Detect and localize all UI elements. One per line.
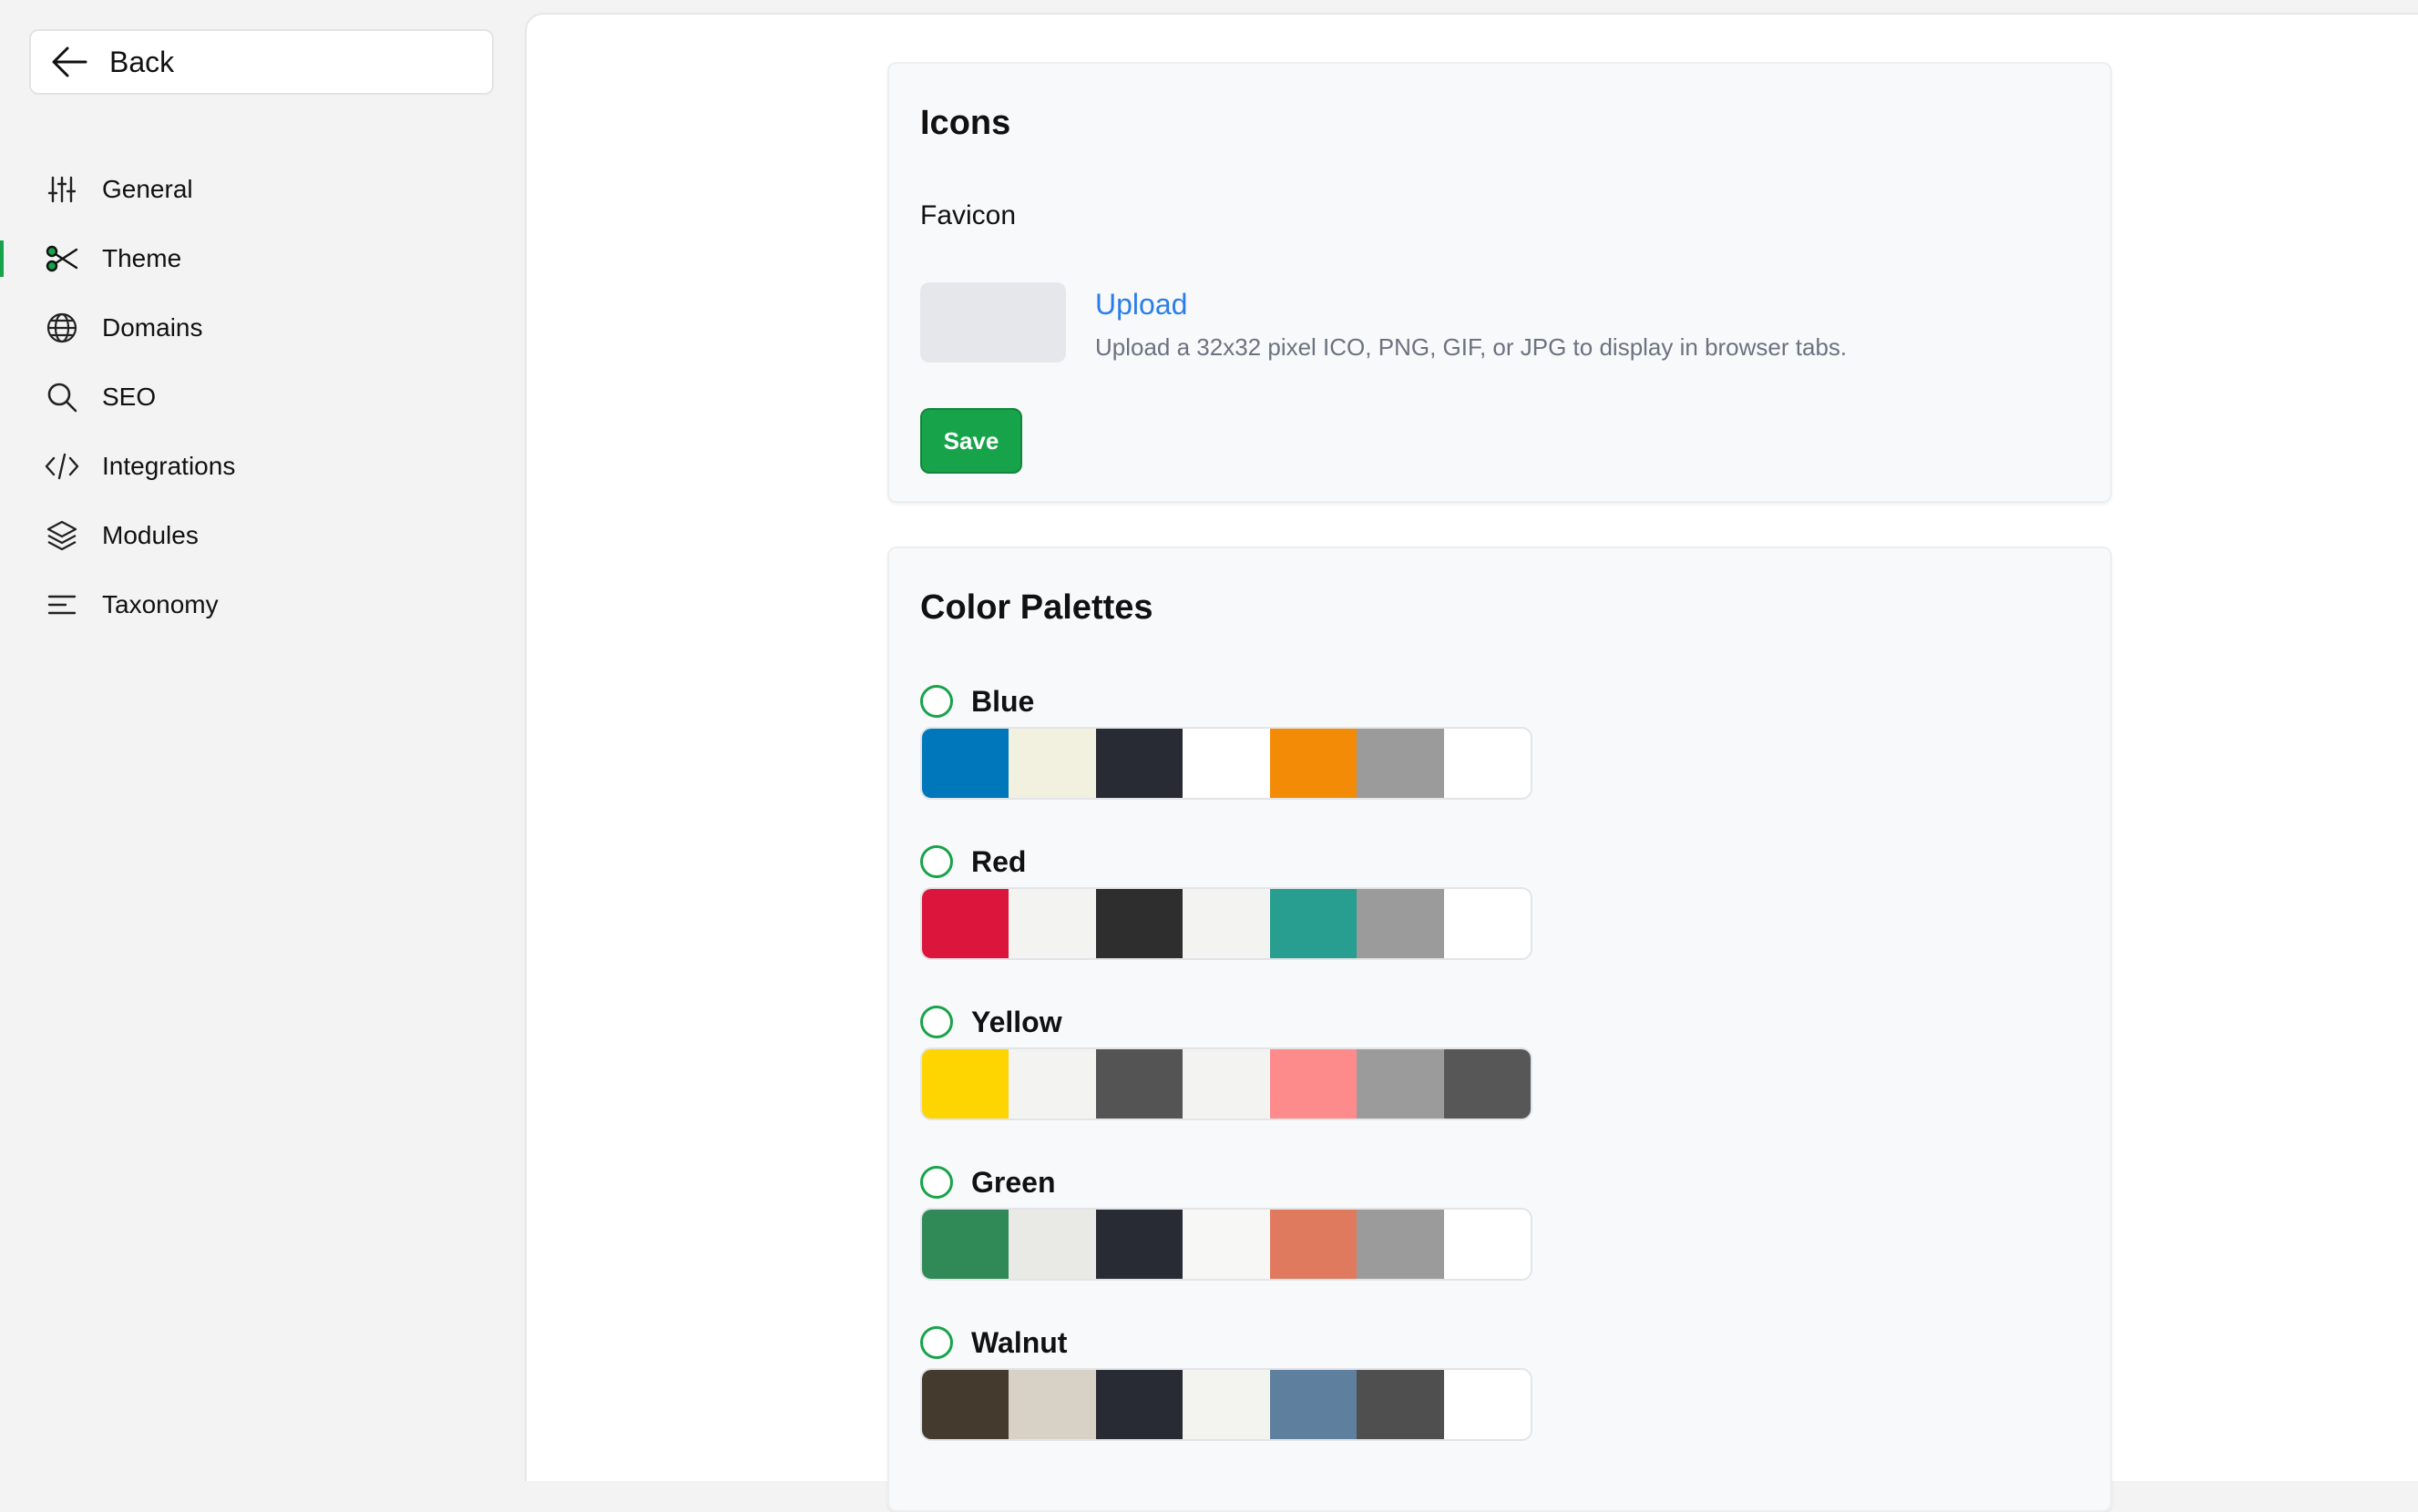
palette-green: Green xyxy=(920,1162,1540,1281)
color-swatch xyxy=(1269,889,1358,958)
color-swatch xyxy=(1095,729,1183,798)
sidebar-item-label: General xyxy=(102,175,193,203)
color-palettes-card: Color Palettes Blue Red Yellow Green Walnut xyxy=(887,547,2112,1512)
color-swatch xyxy=(1183,729,1270,798)
sidebar-item-modules[interactable]: Modules xyxy=(0,501,525,570)
color-swatch xyxy=(1095,1370,1183,1439)
section-title: Color Palettes xyxy=(920,588,1153,627)
sidebar-item-general[interactable]: General xyxy=(0,155,525,224)
palette-option[interactable]: Green xyxy=(920,1162,1540,1202)
color-swatch xyxy=(1269,729,1358,798)
color-swatch xyxy=(922,889,1009,958)
color-swatch xyxy=(1009,729,1096,798)
color-swatch xyxy=(1357,1370,1444,1439)
color-swatch xyxy=(1357,1210,1444,1279)
color-swatch xyxy=(1095,1049,1183,1119)
code-icon xyxy=(44,448,80,485)
palette-radio[interactable] xyxy=(920,845,953,878)
palette-option[interactable]: Walnut xyxy=(920,1323,1540,1363)
color-swatch xyxy=(1357,889,1444,958)
color-swatch xyxy=(922,1049,1009,1119)
palette-name: Red xyxy=(971,844,1027,878)
favicon-preview xyxy=(920,282,1066,363)
sidebar-item-label: Modules xyxy=(102,521,199,549)
color-swatch xyxy=(1357,729,1444,798)
scissors-icon xyxy=(44,240,80,277)
sidebar: Back General Theme Domains SEO Integrati… xyxy=(0,0,525,1481)
sidebar-item-label: SEO xyxy=(102,383,157,411)
save-button[interactable]: Save xyxy=(920,408,1022,474)
palette-swatches xyxy=(920,727,1532,800)
palette-swatches xyxy=(920,1368,1532,1441)
menu-lines-icon xyxy=(44,587,80,623)
color-swatch xyxy=(1095,1210,1183,1279)
sliders-icon xyxy=(44,171,80,208)
palette-option[interactable]: Blue xyxy=(920,681,1540,721)
color-swatch xyxy=(922,1210,1009,1279)
sidebar-item-domains[interactable]: Domains xyxy=(0,293,525,363)
palette-swatches xyxy=(920,887,1532,960)
color-swatch xyxy=(1183,1370,1270,1439)
arrow-left-icon xyxy=(52,46,87,77)
icons-card: Icons Favicon Upload Upload a 32x32 pixe… xyxy=(887,62,2112,503)
sidebar-item-label: Domains xyxy=(102,313,203,342)
sidebar-item-label: Taxonomy xyxy=(102,590,219,618)
color-swatch xyxy=(1269,1049,1358,1119)
sidebar-item-seo[interactable]: SEO xyxy=(0,363,525,432)
color-swatch xyxy=(922,729,1009,798)
palette-name: Green xyxy=(971,1165,1056,1199)
palette-walnut: Walnut xyxy=(920,1323,1540,1441)
palette-swatches xyxy=(920,1047,1532,1120)
palette-radio[interactable] xyxy=(920,1006,953,1038)
upload-help-text: Upload a 32x32 pixel ICO, PNG, GIF, or J… xyxy=(1095,333,1848,361)
search-icon xyxy=(44,379,80,415)
palette-yellow: Yellow xyxy=(920,1002,1540,1120)
color-swatch xyxy=(1443,889,1531,958)
sidebar-item-integrations[interactable]: Integrations xyxy=(0,432,525,501)
sidebar-item-label: Theme xyxy=(102,244,182,272)
palette-name: Yellow xyxy=(971,1005,1062,1038)
palette-name: Blue xyxy=(971,684,1035,718)
color-swatch xyxy=(1357,1049,1444,1119)
color-swatch xyxy=(1269,1370,1358,1439)
back-button[interactable]: Back xyxy=(29,29,494,95)
color-swatch xyxy=(922,1370,1009,1439)
color-swatch xyxy=(1009,1049,1096,1119)
color-swatch xyxy=(1009,1370,1096,1439)
sidebar-item-theme[interactable]: Theme xyxy=(0,224,525,293)
upload-link[interactable]: Upload xyxy=(1095,288,1187,322)
color-swatch xyxy=(1183,889,1270,958)
color-swatch xyxy=(1009,1210,1096,1279)
favicon-label: Favicon xyxy=(920,200,1017,230)
palette-radio[interactable] xyxy=(920,685,953,718)
palette-blue: Blue xyxy=(920,681,1540,800)
color-swatch xyxy=(1095,889,1183,958)
palette-option[interactable]: Yellow xyxy=(920,1002,1540,1042)
color-swatch xyxy=(1443,1370,1531,1439)
color-swatch xyxy=(1183,1049,1270,1119)
color-swatch xyxy=(1443,1049,1531,1119)
color-swatch xyxy=(1269,1210,1358,1279)
color-swatch xyxy=(1183,1210,1270,1279)
back-label: Back xyxy=(109,45,175,78)
layers-icon xyxy=(44,517,80,554)
palette-radio[interactable] xyxy=(920,1166,953,1199)
main-panel: Icons Favicon Upload Upload a 32x32 pixe… xyxy=(525,13,2418,1512)
sidebar-item-label: Integrations xyxy=(102,452,236,480)
globe-icon xyxy=(44,310,80,346)
sidebar-nav: General Theme Domains SEO Integrations M… xyxy=(0,155,525,639)
color-swatch xyxy=(1443,1210,1531,1279)
palette-red: Red xyxy=(920,842,1540,960)
sidebar-item-taxonomy[interactable]: Taxonomy xyxy=(0,570,525,639)
color-swatch xyxy=(1443,729,1531,798)
palette-option[interactable]: Red xyxy=(920,842,1540,882)
color-swatch xyxy=(1009,889,1096,958)
palette-swatches xyxy=(920,1208,1532,1281)
palette-radio[interactable] xyxy=(920,1326,953,1359)
palette-name: Walnut xyxy=(971,1325,1068,1359)
section-title: Icons xyxy=(920,104,1011,142)
